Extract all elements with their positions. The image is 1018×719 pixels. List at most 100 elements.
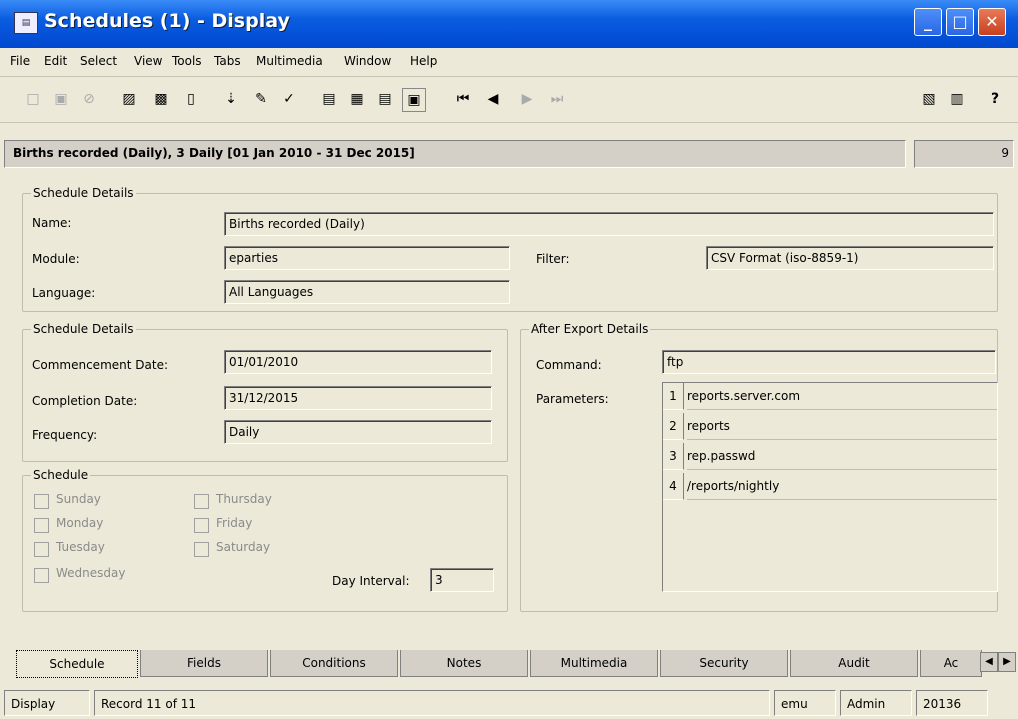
spellcheck-icon[interactable]: ✓ <box>278 88 300 110</box>
tab-scroll-left-icon[interactable]: ◀ <box>980 652 998 672</box>
save-icon[interactable]: ▣ <box>50 88 72 110</box>
window-title: Schedules (1) - Display <box>44 10 290 32</box>
commencement-date-field[interactable]: 01/01/2010 <box>224 350 492 374</box>
record-count: 9 <box>1001 146 1009 160</box>
parameter-number: 2 <box>663 413 684 440</box>
completion-date-field[interactable]: 31/12/2015 <box>224 386 492 410</box>
completion-label: Completion Date: <box>32 394 138 408</box>
tab-multimedia[interactable]: Multimedia <box>530 650 658 677</box>
record-summary-text: Births recorded (Daily), 3 Daily [01 Jan… <box>13 146 415 160</box>
parameter-value[interactable]: reports <box>687 413 997 440</box>
tuesday-checkbox[interactable] <box>34 542 49 557</box>
friday-label: Friday <box>216 516 253 530</box>
frequency-field[interactable]: Daily <box>224 420 492 444</box>
tab-audit[interactable]: Audit <box>790 650 918 677</box>
parameter-row[interactable]: 3 rep.passwd <box>663 443 997 470</box>
after-export-legend: After Export Details <box>531 322 649 336</box>
monday-checkbox[interactable] <box>34 518 49 533</box>
next-icon[interactable]: ▶ <box>516 88 538 110</box>
app-icon[interactable]: ▤ <box>14 12 38 34</box>
toolbar: □ ▣ ⊘ ▨ ▩ ▯ ⇣ ✎ ✓ ▤ ▦ ▤ ▣ ⏮ ◀ ▶ ⏭ ▧ ▥ ? <box>0 78 1018 123</box>
doc-flag-icon[interactable]: ▯ <box>180 88 202 110</box>
menu-multimedia[interactable]: Multimedia <box>256 54 323 68</box>
tab-security[interactable]: Security <box>660 650 788 677</box>
parameter-number: 3 <box>663 443 684 470</box>
day-interval-field[interactable]: 3 <box>430 568 494 592</box>
parameter-row[interactable]: 2 reports <box>663 413 997 440</box>
prev-icon[interactable]: ◀ <box>482 88 504 110</box>
thursday-checkbox[interactable] <box>194 494 209 509</box>
menu-window[interactable]: Window <box>344 54 391 68</box>
last-icon[interactable]: ⏭ <box>546 88 568 110</box>
schedule-panel: Schedule Details Name: Births recorded (… <box>4 172 1012 642</box>
parameter-row[interactable]: 4 /reports/nightly <box>663 473 997 500</box>
tab-notes[interactable]: Notes <box>400 650 528 677</box>
wednesday-label: Wednesday <box>56 566 126 580</box>
saturday-checkbox[interactable] <box>194 542 209 557</box>
tab-ac[interactable]: Ac <box>920 650 982 677</box>
tab-conditions[interactable]: Conditions <box>270 650 398 677</box>
menu-bar: File Edit Select View Tools Tabs Multime… <box>0 48 1018 77</box>
record-summary: Births recorded (Daily), 3 Daily [01 Jan… <box>4 140 906 168</box>
doc-add-icon[interactable]: ▩ <box>150 88 172 110</box>
schedule-dates-legend: Schedule Details <box>33 322 134 336</box>
sunday-checkbox[interactable] <box>34 494 49 509</box>
schedule-days-legend: Schedule <box>33 468 89 482</box>
menu-file[interactable]: File <box>10 54 30 68</box>
main-window: ▤ Schedules (1) - Display _ □ ✕ File Edi… <box>0 0 1018 719</box>
menu-edit[interactable]: Edit <box>44 54 67 68</box>
friday-checkbox[interactable] <box>194 518 209 533</box>
menu-tabs[interactable]: Tabs <box>214 54 241 68</box>
name-label: Name: <box>32 216 72 230</box>
close-button[interactable]: ✕ <box>978 8 1006 36</box>
day-interval-label: Day Interval: <box>332 574 410 588</box>
help-icon[interactable]: ? <box>984 88 1006 110</box>
tab-scroll-right-icon[interactable]: ▶ <box>998 652 1016 672</box>
doc-icon[interactable]: ▨ <box>118 88 140 110</box>
status-port: 20136 <box>916 690 988 716</box>
parameter-value[interactable]: rep.passwd <box>687 443 997 470</box>
cancel-icon[interactable]: ⊘ <box>78 88 100 110</box>
status-mode: Display <box>4 690 90 716</box>
filter-label: Filter: <box>536 252 570 266</box>
menu-tools[interactable]: Tools <box>172 54 202 68</box>
command-field[interactable]: ftp <box>662 350 996 374</box>
name-field[interactable]: Births recorded (Daily) <box>224 212 994 236</box>
first-icon[interactable]: ⏮ <box>452 88 474 110</box>
report2-icon[interactable]: ▥ <box>946 88 968 110</box>
filter-field[interactable]: CSV Format (iso-8859-1) <box>706 246 994 270</box>
tuesday-label: Tuesday <box>56 540 105 554</box>
edit-icon[interactable]: ✎ <box>250 88 272 110</box>
module-field[interactable]: eparties <box>224 246 510 270</box>
tab-schedule[interactable]: Schedule <box>16 650 138 678</box>
view3-icon[interactable]: ▤ <box>374 88 396 110</box>
parameters-grid[interactable]: 1 reports.server.com 2 reports 3 rep.pas… <box>662 382 998 592</box>
language-field[interactable]: All Languages <box>224 280 510 304</box>
status-bar: Display Record 11 of 11 emu Admin 20136 <box>0 688 1018 718</box>
view4-icon[interactable]: ▣ <box>402 88 426 112</box>
new-icon[interactable]: □ <box>22 88 44 110</box>
parameter-value[interactable]: /reports/nightly <box>687 473 997 500</box>
parameter-value[interactable]: reports.server.com <box>687 383 997 410</box>
menu-help[interactable]: Help <box>410 54 437 68</box>
tab-fields[interactable]: Fields <box>140 650 268 677</box>
menu-view[interactable]: View <box>134 54 162 68</box>
view2-icon[interactable]: ▦ <box>346 88 368 110</box>
command-label: Command: <box>536 358 602 372</box>
minimize-button[interactable]: _ <box>914 8 942 36</box>
tab-strip: Schedule Fields Conditions Notes Multime… <box>0 650 1018 680</box>
record-count-box: 9 <box>914 140 1014 168</box>
sort-icon[interactable]: ⇣ <box>220 88 242 110</box>
title-bar[interactable]: ▤ Schedules (1) - Display _ □ ✕ <box>0 0 1018 48</box>
parameter-row[interactable]: 1 reports.server.com <box>663 383 997 410</box>
view1-icon[interactable]: ▤ <box>318 88 340 110</box>
status-user: emu <box>774 690 836 716</box>
maximize-button[interactable]: □ <box>946 8 974 36</box>
report-icon[interactable]: ▧ <box>918 88 940 110</box>
language-label: Language: <box>32 286 96 300</box>
menu-select[interactable]: Select <box>80 54 117 68</box>
frequency-label: Frequency: <box>32 428 98 442</box>
parameters-label: Parameters: <box>536 392 609 406</box>
parameter-number: 1 <box>663 383 684 410</box>
wednesday-checkbox[interactable] <box>34 568 49 583</box>
